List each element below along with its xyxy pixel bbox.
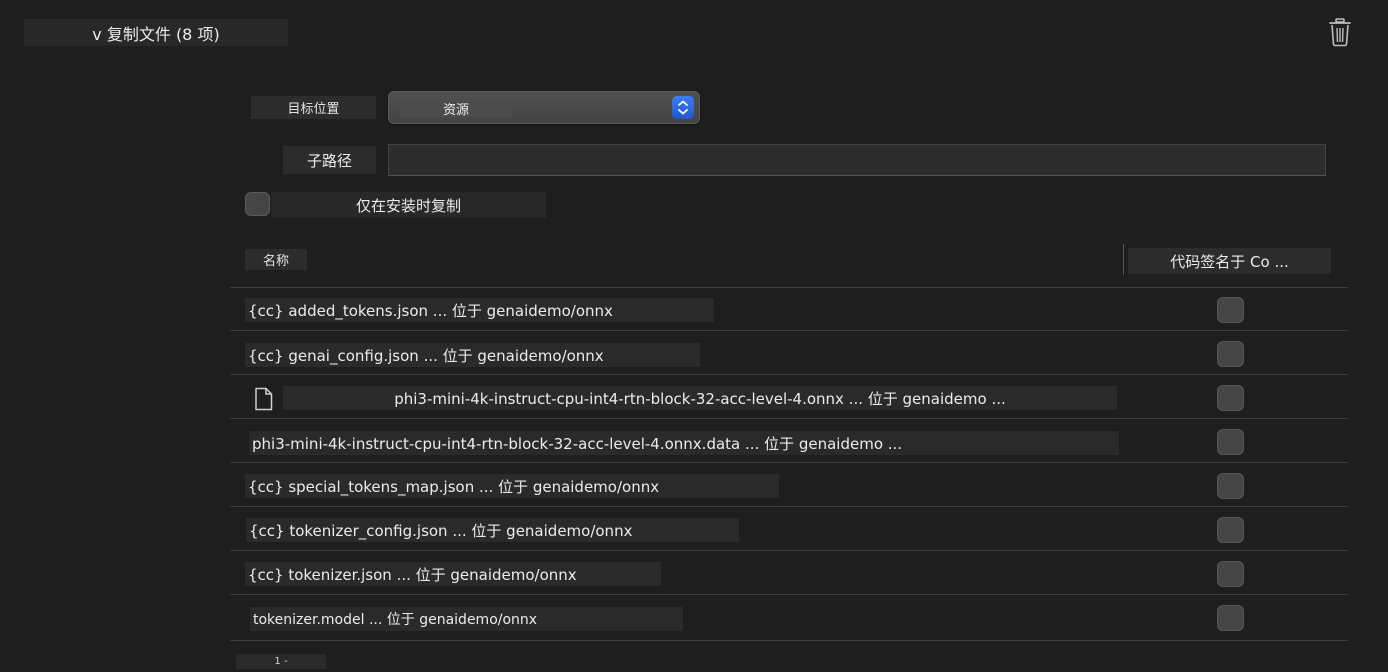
file-row-label[interactable]: tokenizer.model ... 位于 genaidemo/onnx bbox=[250, 607, 683, 631]
code-sign-checkbox[interactable] bbox=[1217, 385, 1244, 411]
subpath-label: 子路径 bbox=[283, 146, 376, 174]
table-divider bbox=[230, 506, 1348, 507]
file-row-label[interactable]: phi3-mini-4k-instruct-cpu-int4-rtn-block… bbox=[249, 431, 1119, 455]
column-header-code-sign[interactable]: 代码签名于 Co ... bbox=[1128, 248, 1331, 274]
code-sign-checkbox[interactable] bbox=[1217, 561, 1244, 587]
table-divider bbox=[230, 462, 1348, 463]
code-sign-checkbox[interactable] bbox=[1217, 429, 1244, 455]
file-row-label[interactable]: {cc} tokenizer_config.json ... 位于 genaid… bbox=[246, 518, 739, 542]
table-divider bbox=[230, 330, 1348, 331]
target-location-select[interactable]: 资源 bbox=[388, 91, 700, 124]
file-row-label[interactable]: {cc} tokenizer.json ... 位于 genaidemo/onn… bbox=[245, 562, 661, 586]
file-row-label[interactable]: {cc} added_tokens.json ... 位于 genaidemo/… bbox=[245, 298, 714, 322]
footer-indicator: 1 - bbox=[236, 654, 326, 669]
document-icon bbox=[255, 387, 273, 411]
table-divider bbox=[230, 594, 1348, 595]
column-divider[interactable] bbox=[1123, 244, 1124, 275]
copy-files-section-header[interactable]: v 复制文件 (8 项) bbox=[24, 19, 288, 46]
code-sign-checkbox[interactable] bbox=[1217, 517, 1244, 543]
code-sign-checkbox[interactable] bbox=[1217, 341, 1244, 367]
copy-only-when-installing-label: 仅在安装时复制 bbox=[271, 192, 546, 218]
table-divider bbox=[230, 287, 1348, 288]
file-row-label[interactable]: {cc} special_tokens_map.json ... 位于 gena… bbox=[245, 474, 779, 498]
copy-only-when-installing-checkbox[interactable] bbox=[245, 192, 270, 216]
up-down-chevron-icon bbox=[672, 96, 694, 119]
code-sign-checkbox[interactable] bbox=[1217, 297, 1244, 323]
code-sign-checkbox[interactable] bbox=[1217, 605, 1244, 631]
code-sign-checkbox[interactable] bbox=[1217, 473, 1244, 499]
table-divider bbox=[230, 550, 1348, 551]
table-divider bbox=[230, 418, 1348, 419]
trash-icon[interactable] bbox=[1326, 17, 1354, 47]
file-row-label[interactable]: phi3-mini-4k-instruct-cpu-int4-rtn-block… bbox=[283, 386, 1117, 410]
target-location-label: 目标位置 bbox=[251, 96, 376, 119]
table-divider bbox=[230, 374, 1348, 375]
file-row-label[interactable]: {cc} genai_config.json ... 位于 genaidemo/… bbox=[245, 343, 700, 367]
column-header-name[interactable]: 名称 bbox=[245, 249, 307, 270]
target-location-value: 资源 bbox=[401, 99, 511, 118]
subpath-input[interactable] bbox=[388, 144, 1326, 176]
table-divider bbox=[230, 640, 1348, 641]
